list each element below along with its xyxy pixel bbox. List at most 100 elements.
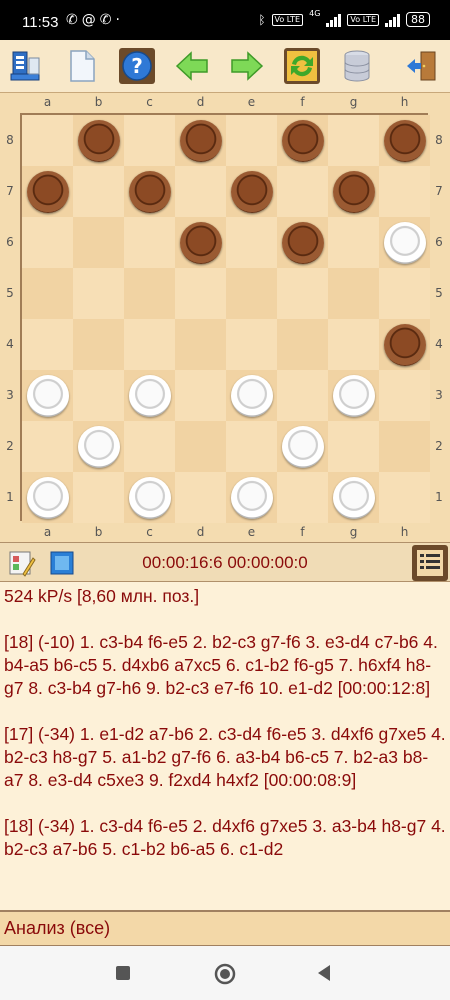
black-checker-h4[interactable] [383,323,426,366]
board-square-f4[interactable] [277,319,328,370]
redo-arrow-icon [231,51,264,81]
board-square-c2[interactable] [124,421,175,472]
board-square-a4[interactable] [22,319,73,370]
recents-button[interactable] [112,962,134,984]
board-square-c4[interactable] [124,319,175,370]
file-label-g: g [349,525,358,539]
rank-label-5: 5 [6,285,14,300]
board-square-b3[interactable] [73,370,124,421]
board-square-g4[interactable] [328,319,379,370]
black-checker-a7[interactable] [26,170,69,213]
board-square-d5[interactable] [175,268,226,319]
board-square-b7[interactable] [73,166,124,217]
help-button[interactable]: ? [119,48,155,84]
new-game-button[interactable] [8,48,44,84]
board-square-b1[interactable] [73,472,124,523]
board-square-g5[interactable] [328,268,379,319]
white-checker-b2[interactable] [77,425,120,468]
white-checker-c3[interactable] [128,374,171,417]
board-square-f3[interactable] [277,370,328,421]
analysis-mode-bar[interactable]: Анализ (все) [0,910,450,946]
white-checker-e1[interactable] [230,476,273,519]
black-checker-d8[interactable] [179,119,222,162]
board-square-f7[interactable] [277,166,328,217]
signal-icon [326,13,342,27]
white-checker-a3[interactable] [26,374,69,417]
board-square-e5[interactable] [226,268,277,319]
black-checker-d6[interactable] [179,221,222,264]
board-square-h1[interactable] [379,472,430,523]
notification-icons: ✆@✆· [66,12,124,28]
file-label-h: h [400,95,409,109]
board-square-b6[interactable] [73,217,124,268]
white-checker-g3[interactable] [332,374,375,417]
white-checker-a1[interactable] [26,476,69,519]
rank-label-4: 4 [435,336,443,351]
black-checker-h8[interactable] [383,119,426,162]
board-square-h2[interactable] [379,421,430,472]
board-square-f5[interactable] [277,268,328,319]
black-checker-b8[interactable] [77,119,120,162]
black-checker-c7[interactable] [128,170,171,213]
board-square-e8[interactable] [226,115,277,166]
board-square-a2[interactable] [22,421,73,472]
whatsapp-icon: ✆ [99,12,116,28]
board-square-b4[interactable] [73,319,124,370]
board-square-h5[interactable] [379,268,430,319]
white-checker-f2[interactable] [281,425,324,468]
black-checker-e7[interactable] [230,170,273,213]
refresh-button[interactable] [284,48,320,84]
rank-label-3: 3 [6,387,14,402]
checkers-board[interactable] [20,113,430,523]
redo-button[interactable] [229,48,265,84]
board-square-h7[interactable] [379,166,430,217]
board-square-a6[interactable] [22,217,73,268]
volte-icon: Vo LTE [347,13,379,26]
board-square-c8[interactable] [124,115,175,166]
analysis-output[interactable]: 524 kP/s [8,60 млн. поз.] [18] (-10) 1. … [0,582,450,910]
database-button[interactable] [339,48,375,84]
board-square-h3[interactable] [379,370,430,421]
file-label-d: d [196,525,205,539]
board-square-d4[interactable] [175,319,226,370]
board-square-g6[interactable] [328,217,379,268]
board-square-e6[interactable] [226,217,277,268]
document-button[interactable] [64,48,100,84]
board-square-a5[interactable] [22,268,73,319]
home-button[interactable] [213,962,236,985]
white-checker-g1[interactable] [332,476,375,519]
info-bar: 00:00:16:6 00:00:00:0 [0,542,450,582]
black-checker-f6[interactable] [281,221,324,264]
file-label-d: d [196,95,205,109]
white-checker-h6[interactable] [383,221,426,264]
back-button[interactable] [314,962,336,984]
board-square-e2[interactable] [226,421,277,472]
board-square-g8[interactable] [328,115,379,166]
white-checker-c1[interactable] [128,476,171,519]
board-square-g2[interactable] [328,421,379,472]
board-square-f1[interactable] [277,472,328,523]
exit-button[interactable] [404,48,440,84]
black-checker-f8[interactable] [281,119,324,162]
board-square-c5[interactable] [124,268,175,319]
rank-label-6: 6 [6,234,14,249]
white-checker-e3[interactable] [230,374,273,417]
board-square-d1[interactable] [175,472,226,523]
analysis-mode-label: Анализ (все) [4,918,111,938]
undo-button[interactable] [174,48,210,84]
board-square-a8[interactable] [22,115,73,166]
database-icon [344,50,370,82]
analysis-line: [18] (-34) 1. c3-d4 f6-e5 2. d4xf6 g7xe5… [4,816,446,859]
status-bar: 11:53 ✆@✆· ᛒ Vo LTE 4G Vo LTE 88 [0,0,450,40]
help-icon: ? [122,51,152,81]
board-square-d7[interactable] [175,166,226,217]
clock-time: 11:53 [22,14,59,31]
moves-list-button[interactable] [412,545,448,581]
rank-label-1: 1 [435,489,443,504]
board-square-c6[interactable] [124,217,175,268]
black-checker-g7[interactable] [332,170,375,213]
board-square-d2[interactable] [175,421,226,472]
board-square-d3[interactable] [175,370,226,421]
board-square-b5[interactable] [73,268,124,319]
board-square-e4[interactable] [226,319,277,370]
